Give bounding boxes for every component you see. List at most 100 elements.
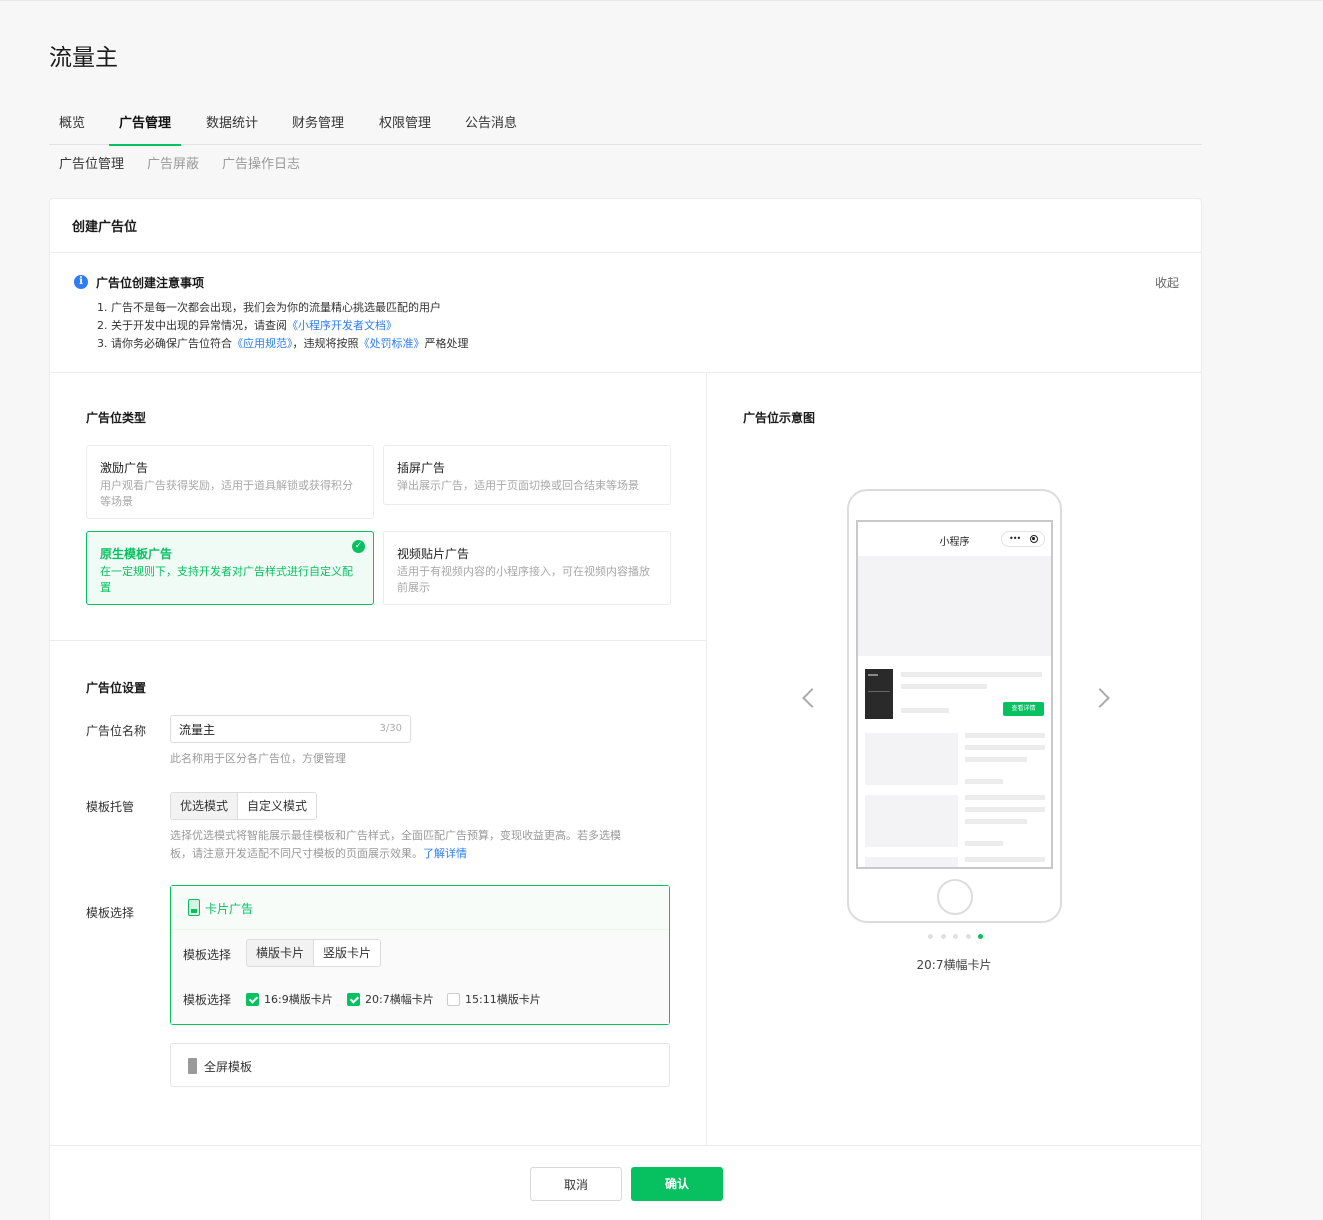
content-placeholder <box>865 795 958 847</box>
next-arrow-icon[interactable] <box>1090 688 1110 708</box>
hosting-option-preferred[interactable]: 优选模式 <box>171 793 239 819</box>
notice-line-3-mid: ，违规将按照 <box>292 337 359 350</box>
confirm-button[interactable]: 确认 <box>631 1167 723 1201</box>
tab-overview[interactable]: 概览 <box>59 112 85 145</box>
ad-type-rewarded[interactable]: 激励广告 用户观看广告获得奖励，适用于道具解锁或获得积分等场景 <box>86 445 374 519</box>
template-label: 模板选择 <box>86 906 135 920</box>
card-template-header: 卡片广告 <box>171 886 669 930</box>
tab-ad-management[interactable]: 广告管理 <box>108 112 182 146</box>
card-size-label: 模板选择 <box>183 993 232 1007</box>
checkbox-15-11[interactable]: 15:11横版卡片 <box>447 991 541 1007</box>
text-line-placeholder <box>965 779 1003 784</box>
checkbox-20-7[interactable]: 20:7横幅卡片 <box>347 991 434 1007</box>
text-line-placeholder <box>965 795 1045 800</box>
pagination-dot[interactable] <box>940 934 946 939</box>
subtab-ad-blocking[interactable]: 广告屏蔽 <box>147 153 199 172</box>
card-orientation-selector: 横版卡片 竖版卡片 <box>246 939 382 967</box>
ad-image-placeholder <box>865 669 893 719</box>
card-title: 创建广告位 <box>72 220 138 235</box>
tab-finance[interactable]: 财务管理 <box>292 112 344 145</box>
ad-type-native-template[interactable]: 原生模板广告 在一定规则下，支持开发者对广告样式进行自定义配置 ✓ <box>86 531 374 605</box>
text-line-placeholder <box>965 807 1045 812</box>
ad-type-title: 激励广告 <box>100 461 149 475</box>
text-line-placeholder <box>965 841 1003 846</box>
checkbox-icon <box>347 992 360 1006</box>
tab-statistics[interactable]: 数据统计 <box>206 112 258 145</box>
card-template-body: 模板选择 横版卡片 竖版卡片 模板选择 16:9横版卡片 20:7横幅卡片 15… <box>171 930 669 1024</box>
tab-announcements[interactable]: 公告消息 <box>465 112 517 145</box>
checkbox-16-9[interactable]: 16:9横版卡片 <box>246 991 333 1007</box>
ad-type-desc: 用户观看广告获得奖励，适用于道具解锁或获得积分等场景 <box>100 479 353 508</box>
hosting-mode-selector: 优选模式 自定义模式 <box>170 792 318 820</box>
settings-section-title: 广告位设置 <box>86 681 147 695</box>
phone-home-button <box>937 879 973 915</box>
settings-pane: 广告位类型 激励广告 用户观看广告获得奖励，适用于道具解锁或获得积分等场景 插屏… <box>50 373 707 1145</box>
prev-arrow-icon[interactable] <box>802 688 822 708</box>
orientation-vertical[interactable]: 竖版卡片 <box>314 940 381 966</box>
checkbox-label: 15:11横版卡片 <box>465 993 541 1006</box>
name-label: 广告位名称 <box>86 724 147 738</box>
ad-type-desc: 适用于有视频内容的小程序接入，可在视频内容播放前展示 <box>397 565 650 594</box>
name-char-count: 3/30 <box>379 723 402 734</box>
text-line-placeholder <box>965 757 1027 762</box>
ad-type-title: 插屏广告 <box>397 461 446 475</box>
content-placeholder <box>865 857 958 867</box>
fullscreen-template-name: 全屏模板 <box>204 1060 253 1074</box>
text-line-placeholder <box>901 672 1042 677</box>
developer-docs-link[interactable]: 《小程序开发者文档》 <box>287 319 397 332</box>
checkbox-icon <box>447 992 460 1006</box>
ad-type-title: 原生模板广告 <box>100 547 173 561</box>
view-details-button: 查看详情 <box>1003 702 1044 716</box>
preview-section-title: 广告位示意图 <box>743 411 816 425</box>
ad-type-section-title: 广告位类型 <box>86 411 147 425</box>
notice-line-2-text: 2. 关于开发中出现的异常情况，请查阅 <box>97 319 287 332</box>
hosting-hint-line-2: 板，请注意开发适配不同尺寸模板的页面展示效果。了解详情 <box>170 845 467 863</box>
card-template-icon <box>188 899 200 916</box>
hosting-hint-line-1: 选择优选模式将智能展示最佳模板和广告样式，全面匹配广告预算，变现收益更高。若多选… <box>170 829 621 842</box>
card-template-box[interactable]: 卡片广告 模板选择 横版卡片 竖版卡片 模板选择 16:9横版卡片 20:7横幅… <box>170 885 670 1025</box>
name-hint: 此名称用于区分各广告位，方便管理 <box>170 752 346 765</box>
more-icon: ••• <box>1009 534 1021 543</box>
card-style-label: 模板选择 <box>183 948 232 962</box>
ad-slot-name-input[interactable] <box>171 716 371 742</box>
notice-line-3-text: 3. 请你务必确保广告位符合 <box>97 337 232 350</box>
pagination-dot[interactable] <box>953 934 958 939</box>
cancel-button[interactable]: 取消 <box>530 1167 622 1201</box>
content-placeholder <box>858 556 1051 656</box>
checkbox-label: 20:7横幅卡片 <box>365 993 434 1006</box>
hosting-option-custom[interactable]: 自定义模式 <box>238 793 317 819</box>
notice-line-2: 2. 关于开发中出现的异常情况，请查阅《小程序开发者文档》 <box>97 317 397 333</box>
ad-type-video-patch[interactable]: 视频贴片广告 适用于有视频内容的小程序接入，可在视频内容播放前展示 <box>383 531 671 605</box>
card-header: 创建广告位 <box>50 199 1201 253</box>
ad-type-desc: 在一定规则下，支持开发者对广告样式进行自定义配置 <box>100 565 353 594</box>
notice-panel: i 广告位创建注意事项 收起 1. 广告不是每一次都会出现，我们会为你的流量精心… <box>50 253 1201 373</box>
notice-title: 广告位创建注意事项 <box>96 276 205 290</box>
text-line-placeholder <box>901 684 987 689</box>
text-line-placeholder <box>901 708 949 713</box>
learn-more-link[interactable]: 了解详情 <box>423 847 467 860</box>
content-placeholder <box>865 733 958 785</box>
ad-type-interstitial[interactable]: 插屏广告 弹出展示广告，适用于页面切换或回合结束等场景 <box>383 445 671 505</box>
pagination-dot-active[interactable] <box>978 934 983 939</box>
ad-type-desc: 弹出展示广告，适用于页面切换或回合结束等场景 <box>397 479 639 492</box>
form-footer: 取消 确认 <box>50 1145 1201 1220</box>
capsule-menu: ••• <box>1001 531 1045 547</box>
notice-line-1: 1. 广告不是每一次都会出现，我们会为你的流量精心挑选最匹配的用户 <box>97 301 441 314</box>
tab-permissions[interactable]: 权限管理 <box>379 112 431 145</box>
subtab-ad-slot-management[interactable]: 广告位管理 <box>59 153 124 172</box>
pagination-dot[interactable] <box>965 934 971 939</box>
text-line-placeholder <box>965 857 1045 862</box>
preview-pane: 广告位示意图 小程序 ••• 查看详情 20:7横幅卡片 <box>707 373 1201 1145</box>
notice-line-3: 3. 请你务必确保广告位符合《应用规范》，违规将按照《处罚标准》严格处理 <box>97 335 469 351</box>
app-rules-link[interactable]: 《应用规范》 <box>232 337 293 350</box>
section-divider <box>50 640 707 641</box>
pagination-dot[interactable] <box>928 934 933 939</box>
collapse-link[interactable]: 收起 <box>1155 274 1179 291</box>
penalty-standard-link[interactable]: 《处罚标准》 <box>359 337 425 350</box>
fullscreen-template-box[interactable]: 全屏模板 <box>170 1043 670 1087</box>
text-line-placeholder <box>965 819 1027 824</box>
notice-line-3-end: 严格处理 <box>424 337 469 350</box>
main-tabs: 概览 广告管理 数据统计 财务管理 权限管理 公告消息 <box>49 112 1202 146</box>
subtab-ad-operation-log[interactable]: 广告操作日志 <box>222 153 300 172</box>
orientation-horizontal[interactable]: 横版卡片 <box>247 940 315 966</box>
